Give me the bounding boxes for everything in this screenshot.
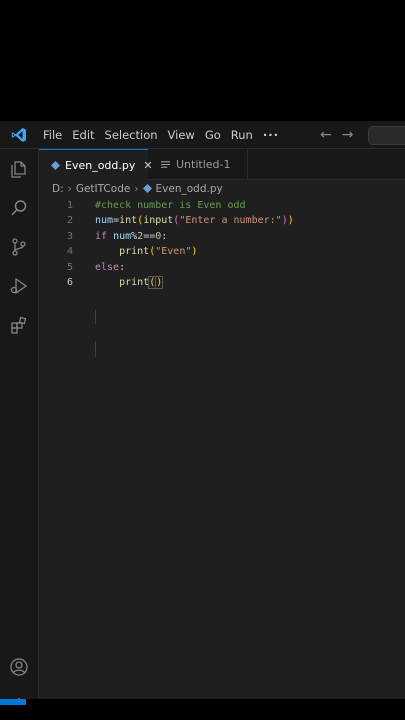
tab-label: Even_odd.py <box>65 158 136 172</box>
vscode-window: File Edit Selection View Go Run ··· ← → <box>0 121 405 720</box>
code-line: 1 #check number is Even odd <box>39 197 405 213</box>
line-number: 6 <box>66 276 73 288</box>
code-text: print("Even") <box>119 245 198 257</box>
line-number: 1 <box>66 199 73 211</box>
python-file-icon <box>142 184 152 193</box>
line-number: 5 <box>66 261 73 273</box>
line-number: 4 <box>66 245 73 257</box>
menu-view[interactable]: View <box>163 128 200 142</box>
menu-more[interactable]: ··· <box>258 128 284 142</box>
command-center[interactable] <box>368 126 405 145</box>
code-editor[interactable]: 1 #check number is Even odd 2 num=int(in… <box>39 197 405 720</box>
activity-bar <box>0 149 39 720</box>
search-icon[interactable] <box>7 196 31 220</box>
code-text: if num%2==0: <box>95 230 168 242</box>
code-text: else: <box>95 261 126 273</box>
indent-guide <box>95 341 96 357</box>
line-number: 3 <box>66 230 73 242</box>
python-file-icon <box>51 160 60 170</box>
tab-label: Untitled-1 <box>176 157 231 171</box>
menu-run[interactable]: Run <box>226 128 258 142</box>
title-bar: File Edit Selection View Go Run ··· ← → <box>0 121 405 149</box>
remote-indicator[interactable] <box>0 699 26 705</box>
editor-tabs: Even_odd.py ✕ Untitled-1 <box>39 149 405 180</box>
breadcrumb-file[interactable]: Even_odd.py <box>156 183 223 195</box>
code-line: 5 else: <box>39 259 405 275</box>
source-control-icon[interactable] <box>7 235 31 259</box>
forward-arrow-icon[interactable]: → <box>342 127 354 143</box>
code-line: 3 if num%2==0: <box>39 228 405 244</box>
code-text: num=int(input("Enter a number:")) <box>95 214 294 226</box>
line-number: 2 <box>66 214 73 226</box>
menu-selection[interactable]: Selection <box>100 128 163 142</box>
status-bar <box>0 699 405 720</box>
account-icon[interactable] <box>7 655 31 679</box>
menu-file[interactable]: File <box>38 128 67 142</box>
code-line-active: 6 print() <box>39 274 405 290</box>
tab-untitled[interactable]: Untitled-1 <box>149 149 248 179</box>
code-text: #check number is Even odd <box>95 199 246 211</box>
navigation-arrows: ← → <box>320 121 353 148</box>
run-debug-icon[interactable] <box>7 274 31 298</box>
code-line: 2 num=int(input("Enter a number:")) <box>39 212 405 228</box>
menu-edit[interactable]: Edit <box>67 128 99 142</box>
text-file-icon <box>161 160 170 169</box>
chevron-right-icon: › <box>134 182 139 195</box>
explorer-icon[interactable] <box>7 157 31 181</box>
chevron-right-icon: › <box>67 182 72 195</box>
extensions-icon[interactable] <box>7 313 31 337</box>
vscode-logo-icon <box>0 121 38 148</box>
code-text: print() <box>119 276 164 289</box>
menu-go[interactable]: Go <box>200 128 226 142</box>
breadcrumb: D: › GetITCode › Even_odd.py <box>52 180 223 197</box>
breadcrumb-drive[interactable]: D: <box>52 183 64 195</box>
indent-guide <box>95 310 96 324</box>
tab-even-odd[interactable]: Even_odd.py ✕ <box>39 149 153 180</box>
back-arrow-icon[interactable]: ← <box>320 127 332 143</box>
breadcrumb-folder[interactable]: GetITCode <box>76 183 131 195</box>
code-line: 4 print("Even") <box>39 243 405 259</box>
menu-bar: File Edit Selection View Go Run ··· <box>38 128 284 142</box>
